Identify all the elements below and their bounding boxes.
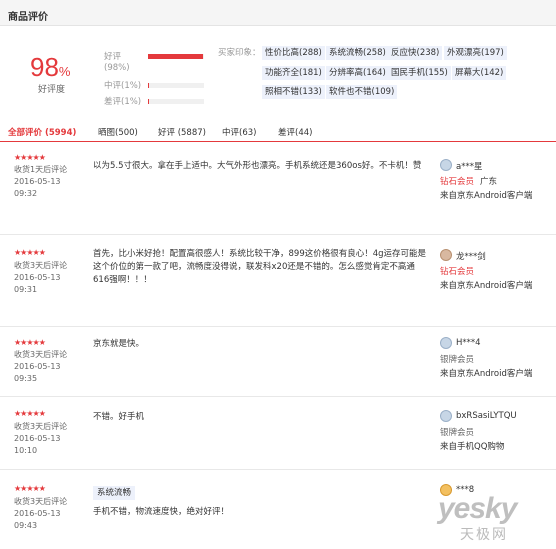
tab-all-reviews[interactable]: 全部评价 (5994): [8, 126, 76, 138]
reviewer-name[interactable]: bxRSasiLYTQU: [456, 411, 517, 421]
impression-label: 买家印象：: [218, 48, 261, 58]
impression-tag[interactable]: 分辨率高(164): [326, 66, 389, 80]
review-time: 09:43: [14, 521, 38, 530]
impression-tag[interactable]: 软件也不错(109): [326, 85, 398, 99]
distribution-good-bar: [148, 54, 204, 59]
distribution-good-label: 好评: [104, 52, 122, 62]
review-content: 不错。好手机: [93, 412, 145, 422]
section-title: 商品评价: [8, 12, 48, 23]
review-source: 来自京东Android客户端: [440, 281, 533, 291]
review-meta: 收货3天后评论 2016-05-13 09:31: [14, 260, 67, 296]
member-level-label: 银牌会员: [440, 355, 475, 365]
review-date: 2016-05-13: [14, 509, 61, 518]
impression-tag[interactable]: 反应快(238): [388, 46, 443, 60]
review-days-after: 收货1天后评论: [14, 165, 68, 174]
avatar[interactable]: [440, 249, 452, 261]
member-level: 银牌会员: [440, 353, 474, 365]
member-level-label: 银牌会员: [440, 428, 475, 438]
impression-tag[interactable]: 国民手机(155): [388, 66, 451, 80]
review-meta: 收货3天后评论 2016-05-13 09:43: [14, 496, 67, 532]
watermark-brand: yesky: [438, 492, 517, 525]
distribution-neutral-bar: [148, 83, 204, 88]
review-item: ★★★★★ 收货1天后评论 2016-05-13 09:32 以为5.5寸很大。…: [0, 143, 556, 235]
reviewer-name[interactable]: H***4: [456, 338, 481, 348]
review-source: 来自京东Android客户端: [440, 369, 533, 379]
rating-distribution: 好评 (98%) 中评(1%) 差评(1%): [104, 50, 214, 111]
distribution-good-sub: (98%): [104, 63, 214, 79]
review-days-after: 收货3天后评论: [14, 422, 68, 431]
impression-tag[interactable]: 屏幕大(142): [452, 66, 507, 80]
star-rating: ★★★★★: [14, 153, 46, 162]
avatar[interactable]: [440, 159, 452, 171]
distribution-bad-label: 差评(1%): [104, 97, 142, 107]
tab-neutral-reviews[interactable]: 中评(63): [222, 126, 256, 138]
review-content: 京东就是快。: [93, 339, 145, 349]
distribution-good-fill: [148, 54, 203, 59]
review-content: 手机不错，物流速度快，绝对好评！: [93, 507, 230, 517]
review-meta: 收货3天后评论 2016-05-13 09:35: [14, 349, 67, 385]
review-date: 2016-05-13: [14, 177, 61, 186]
review-time: 09:32: [14, 189, 38, 198]
positive-rate-suffix: %: [58, 64, 71, 79]
distribution-good-percent: (98%): [104, 63, 130, 73]
member-level-label: 钻石会员: [440, 177, 475, 187]
distribution-good: 好评: [104, 50, 214, 63]
distribution-neutral-fill: [148, 83, 149, 88]
review-time: 09:31: [14, 285, 38, 294]
star-rating: ★★★★★: [14, 484, 46, 493]
review-days-after: 收货3天后评论: [14, 497, 68, 506]
impression-tag[interactable]: 性价比高(288): [262, 46, 325, 60]
review-time: 09:35: [14, 374, 38, 383]
review-content: 以为5.5寸很大。拿在手上适中。大气外形也漂亮。手机系统还是360os好。不卡机…: [93, 161, 422, 171]
review-days-after: 收货3天后评论: [14, 261, 68, 270]
review-date: 2016-05-13: [14, 273, 61, 282]
review-source: 来自京东Android客户端: [440, 191, 533, 201]
star-rating: ★★★★★: [14, 248, 46, 257]
section-header: 商品评价: [0, 0, 556, 26]
tab-photo-reviews[interactable]: 晒图(500): [98, 126, 138, 138]
review-source: 来自手机QQ购物: [440, 442, 505, 452]
member-level: 钻石会员: [440, 265, 474, 277]
review-meta: 收货1天后评论 2016-05-13 09:32: [14, 164, 67, 200]
distribution-neutral-label: 中评(1%): [104, 81, 142, 91]
review-item: ★★★★★ 收货3天后评论 2016-05-13 09:35 京东就是快。 H*…: [0, 327, 556, 397]
impression-tag[interactable]: 外观漂亮(197): [444, 46, 507, 60]
review-tag: 系统流畅: [93, 486, 136, 500]
member-level: 钻石会员 广东: [440, 175, 497, 187]
member-level: 银牌会员: [440, 426, 474, 438]
positive-rate: 98%: [30, 52, 70, 83]
star-rating: ★★★★★: [14, 409, 46, 418]
review-item: ★★★★★ 收货3天后评论 2016-05-13 09:31 首先，比小米好抢！…: [0, 235, 556, 327]
review-days-after: 收货3天后评论: [14, 350, 68, 359]
tab-positive-reviews[interactable]: 好评 (5887): [158, 126, 206, 138]
avatar[interactable]: [440, 410, 452, 422]
impression-tag[interactable]: 照相不错(133): [262, 85, 325, 99]
review-item: ★★★★★ 收货3天后评论 2016-05-13 10:10 不错。好手机 bx…: [0, 397, 556, 470]
review-time: 10:10: [14, 446, 38, 455]
reviewer-location: 广东: [480, 177, 498, 187]
impression-tag[interactable]: 功能齐全(181): [262, 66, 325, 80]
review-date: 2016-05-13: [14, 434, 61, 443]
rating-summary: 98% 好评度 好评 (98%) 中评(1%) 差评(1%) 买家印象： 性价比…: [0, 26, 556, 120]
distribution-neutral: 中评(1%): [104, 79, 214, 95]
member-level-label: 钻石会员: [440, 267, 475, 277]
review-content: 首先，比小米好抢！配置高很感人！系统比较干净，899这价格很有良心！4g运存可能…: [93, 249, 427, 285]
impression-tag[interactable]: 系统流畅(258): [326, 46, 389, 60]
watermark-cn: 天极网: [460, 527, 508, 543]
review-date: 2016-05-13: [14, 362, 61, 371]
distribution-bad: 差评(1%): [104, 95, 214, 111]
distribution-bad-bar: [148, 99, 204, 104]
positive-rate-value: 98: [30, 52, 59, 82]
review-meta: 收货3天后评论 2016-05-13 10:10: [14, 421, 67, 457]
reviewer-name[interactable]: a***星: [456, 160, 482, 172]
star-rating: ★★★★★: [14, 338, 46, 347]
review-filter-tabs: 全部评价 (5994) 晒图(500) 好评 (5887) 中评(63) 差评(…: [0, 120, 556, 142]
distribution-bad-fill: [148, 99, 149, 104]
avatar[interactable]: [440, 337, 452, 349]
positive-rate-label: 好评度: [38, 85, 66, 95]
reviewer-name[interactable]: 龙***剑: [456, 250, 486, 262]
tab-negative-reviews[interactable]: 差评(44): [278, 126, 312, 138]
watermark-logo: yesky 天极网: [430, 488, 556, 548]
